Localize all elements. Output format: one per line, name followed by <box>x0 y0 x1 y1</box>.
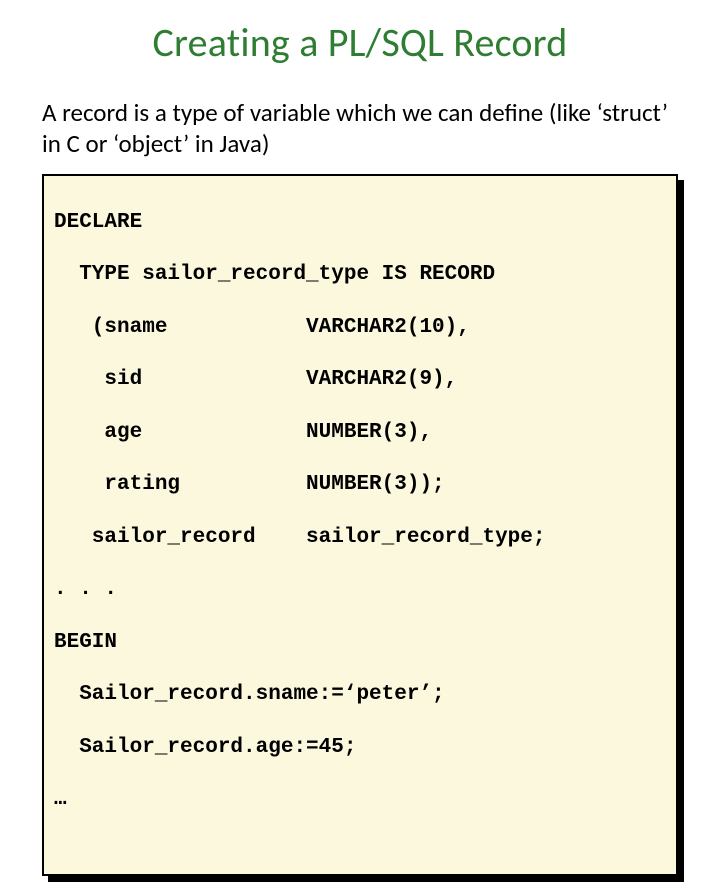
code-line: Sailor_record.sname:=‘peter’; <box>54 682 666 708</box>
code-line: rating NUMBER(3)); <box>54 472 666 498</box>
code-line: BEGIN <box>54 630 666 656</box>
code-line: age NUMBER(3), <box>54 420 666 446</box>
code-line: . . . <box>54 577 666 603</box>
code-line: … <box>54 787 666 813</box>
code-line: sid VARCHAR2(9), <box>54 367 666 393</box>
body-text: A record is a type of variable which we … <box>42 97 678 160</box>
code-line: (sname VARCHAR2(10), <box>54 315 666 341</box>
code-line: TYPE sailor_record_type IS RECORD <box>54 262 666 288</box>
code-line: sailor_record sailor_record_type; <box>54 525 666 551</box>
code-line: Sailor_record.age:=45; <box>54 735 666 761</box>
code-block-wrap: DECLARE TYPE sailor_record_type IS RECOR… <box>42 174 678 877</box>
page-title: Creating a PL/SQL Record <box>42 18 678 67</box>
code-line: DECLARE <box>54 210 666 236</box>
slide: Creating a PL/SQL Record A record is a t… <box>0 0 720 540</box>
code-block: DECLARE TYPE sailor_record_type IS RECOR… <box>42 174 678 877</box>
